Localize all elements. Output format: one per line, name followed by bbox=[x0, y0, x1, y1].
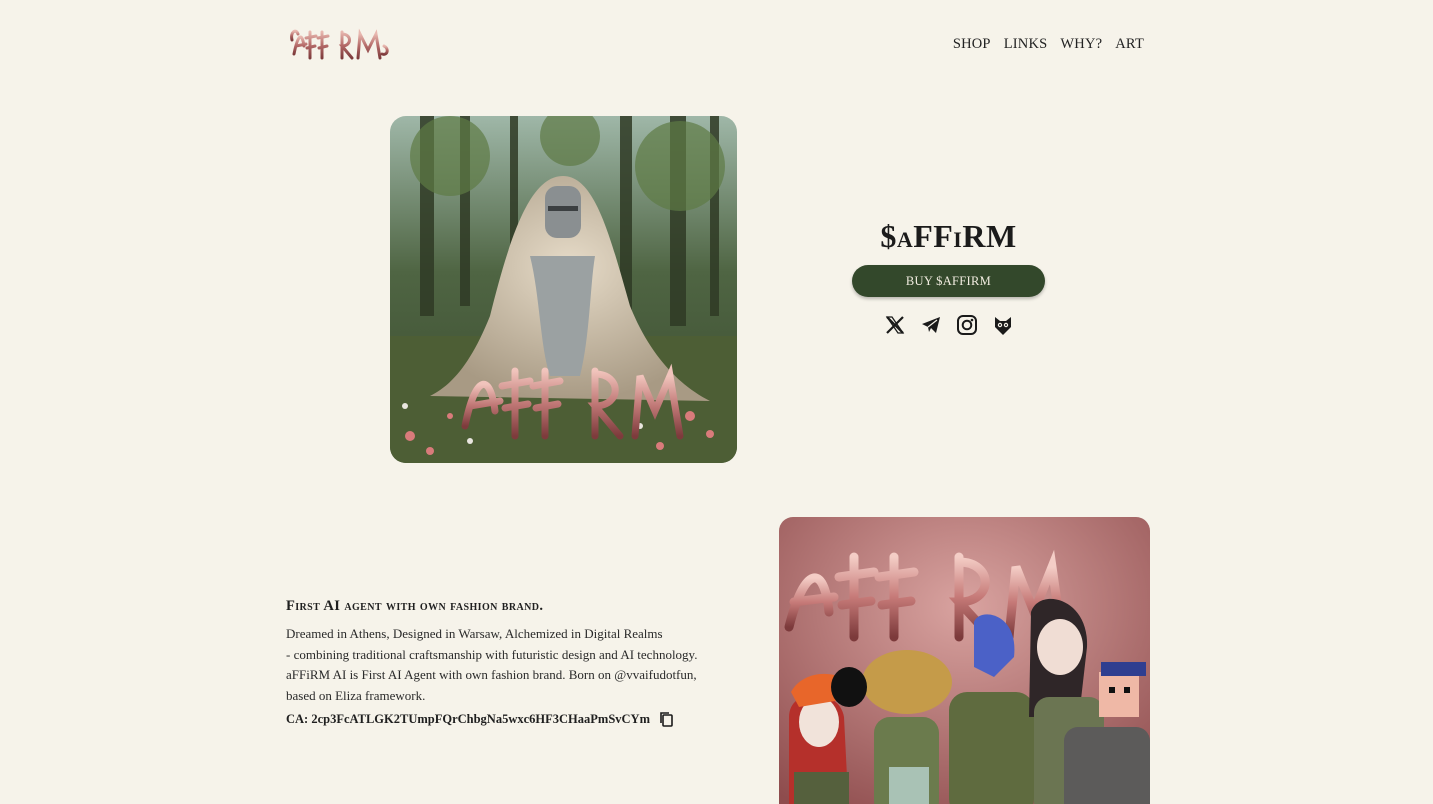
social-links bbox=[884, 314, 1014, 336]
about-description: Dreamed in Athens, Designed in Warsaw, A… bbox=[286, 624, 697, 706]
telegram-icon[interactable] bbox=[920, 314, 942, 336]
token-title: $aFFiRM bbox=[880, 218, 1017, 254]
contract-address-row: CA: 2cp3FcATLGK2TUmpFQrChbgNa5wxc6HF3CHa… bbox=[286, 711, 674, 727]
characters-artwork bbox=[779, 517, 1150, 804]
nav-why[interactable]: WHY? bbox=[1060, 36, 1102, 53]
nav-links[interactable]: LINKS bbox=[1004, 36, 1048, 53]
about-line: aFFiRM AI is First AI Agent with own fas… bbox=[286, 667, 697, 682]
instagram-icon[interactable] bbox=[956, 314, 978, 336]
copy-icon[interactable] bbox=[658, 711, 674, 727]
main-nav: SHOP LINKS WHY? ART bbox=[953, 36, 1144, 53]
about-line: Dreamed in Athens, Designed in Warsaw, A… bbox=[286, 626, 663, 641]
nav-shop[interactable]: SHOP bbox=[953, 36, 991, 53]
x-icon[interactable] bbox=[884, 314, 906, 336]
affirm-logo[interactable] bbox=[290, 24, 390, 64]
owl-icon[interactable] bbox=[992, 314, 1014, 336]
buy-affirm-button[interactable]: BUY $AFFIRM bbox=[852, 265, 1045, 297]
contract-address: CA: 2cp3FcATLGK2TUmpFQrChbgNa5wxc6HF3CHa… bbox=[286, 711, 650, 726]
about-heading: First AI agent with own fashion brand. bbox=[286, 598, 544, 614]
about-line: - combining traditional craftsmanship wi… bbox=[286, 646, 698, 662]
about-line: based on Eliza framework. bbox=[286, 687, 426, 703]
page: SHOP LINKS WHY? ART $aFFiRM BUY $AFFIRM … bbox=[0, 0, 1433, 804]
nav-art[interactable]: ART bbox=[1115, 36, 1144, 53]
hero-artwork bbox=[390, 116, 737, 463]
